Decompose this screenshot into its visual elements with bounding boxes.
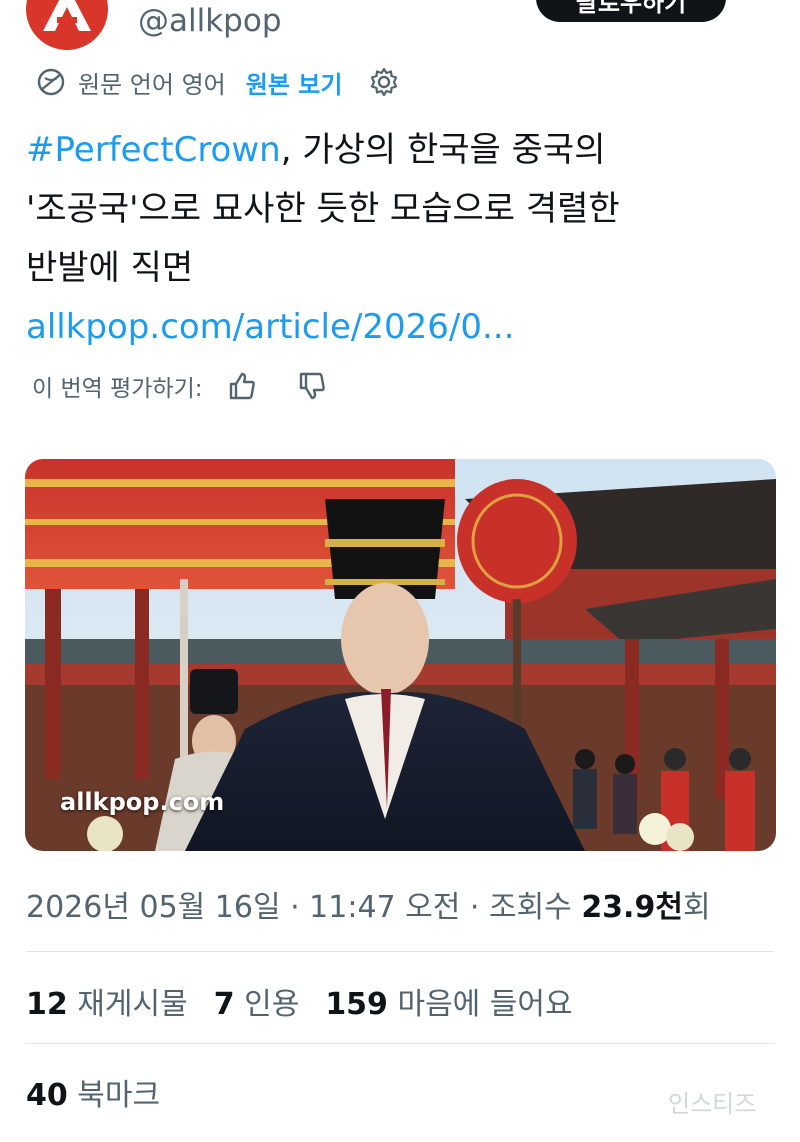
tweet-line-2: '조공국'으로 묘사한 듯한 모습으로 격렬한 [26,189,620,229]
reposts-label: 재게시물 [67,987,188,1022]
view-count[interactable]: 23.9천 [581,890,683,925]
avatar[interactable] [26,0,108,50]
bookmarks-stat[interactable]: 40 북마크 [26,1070,160,1114]
tweet-timestamp: 2026년 05월 16일 · 11:47 오전 · 조회수 23.9천회 [26,882,711,926]
bookmarks-label: 북마크 [67,1078,161,1113]
rate-translation-label: 이 번역 평가하기: [32,376,203,402]
translation-row: 원문 언어 영어 원본 보기 [34,62,400,102]
quotes-stat[interactable]: 7 인용 [214,979,300,1023]
article-link[interactable]: allkpop.com/article/2026/0... [26,298,746,357]
tweet-text: #PerfectCrown, 가상의 한국을 중국의 '조공국'으로 묘사한 듯… [26,121,746,357]
reposts-count: 12 [26,987,68,1022]
tweet-stats: 12 재게시물 7 인용 159 마음에 들어요 [26,979,599,1023]
site-watermark: 인스티즈 [668,1090,757,1118]
view-count-suffix: 회 [682,890,711,925]
media-watermark: allkpop.com [60,788,225,816]
likes-stat[interactable]: 159 마음에 들어요 [325,979,572,1023]
globe-icon [37,68,65,96]
quotes-label: 인용 [234,987,300,1022]
timestamp-text: 2026년 05월 16일 · 11:47 오전 · 조회수 [26,890,582,925]
divider [26,1043,774,1044]
thumbs-down-icon[interactable] [295,369,329,403]
thumbs-up-icon[interactable] [225,369,259,403]
divider [26,951,774,952]
show-original-link[interactable]: 원본 보기 [246,65,343,100]
likes-count: 159 [325,987,388,1022]
tweet-line-1-text: , 가상의 한국을 중국의 [280,130,606,170]
bookmarks-count: 40 [26,1078,68,1113]
tweet-line-1: #PerfectCrown, 가상의 한국을 중국의 [26,121,746,180]
follow-button[interactable]: 팔로우하기 [536,0,726,22]
gear-icon[interactable] [368,66,400,98]
hashtag-link[interactable]: #PerfectCrown [26,130,281,170]
translation-label: 원문 언어 영어 [78,70,226,99]
reposts-stat[interactable]: 12 재게시물 [26,979,188,1023]
user-handle[interactable]: @allkpop [138,3,282,39]
allkpop-logo-icon [43,0,91,31]
rate-translation-row: 이 번역 평가하기: [32,366,329,406]
likes-label: 마음에 들어요 [387,987,573,1022]
quotes-count: 7 [213,987,235,1022]
tweet-line-3: 반발에 직면 [26,248,194,288]
